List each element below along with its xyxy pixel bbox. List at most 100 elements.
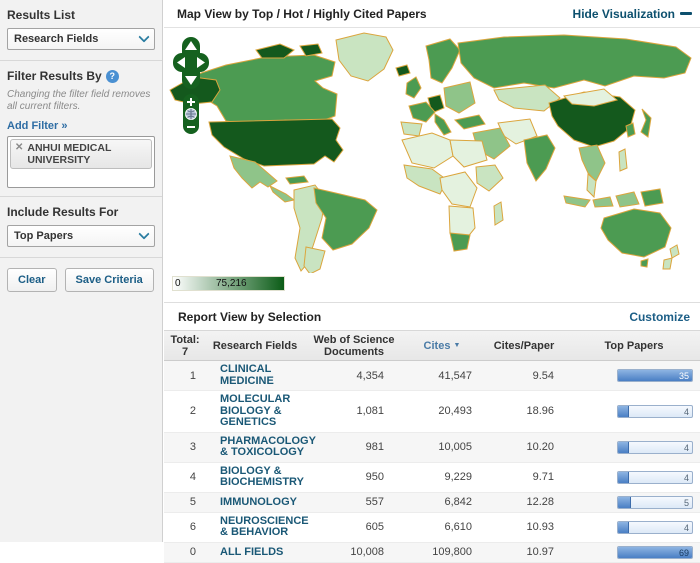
- country-east-europe: [444, 82, 475, 113]
- add-filter-link[interactable]: Add Filter »: [7, 120, 68, 132]
- filter-note: Changing the filter field removes all cu…: [7, 89, 155, 113]
- table-header: Total: 7 Research Fields Web of Science …: [164, 330, 700, 361]
- country-korea: [626, 123, 635, 137]
- docs-cell: 605: [332, 521, 392, 533]
- rank-cell: 2: [164, 405, 206, 417]
- help-icon[interactable]: ?: [106, 70, 119, 83]
- cites-cell: 9,229: [392, 471, 480, 483]
- top-papers-cell: 4: [562, 441, 700, 454]
- top-papers-cell: 4: [562, 521, 700, 534]
- country-new-zealand: [663, 245, 679, 269]
- field-cell: PHARMACOLOGY & TOXICOLOGY: [206, 436, 332, 459]
- country-madagascar: [494, 202, 503, 225]
- cites-label: Cites: [424, 340, 451, 352]
- legend-min-label: 0: [175, 278, 181, 289]
- top-papers-cell: 5: [562, 496, 700, 509]
- top-papers-bar-fill: [618, 522, 629, 533]
- top-papers-bar-fill: [618, 497, 631, 508]
- top-papers-bar[interactable]: 4: [617, 521, 693, 534]
- rank-cell: 4: [164, 471, 206, 483]
- rank-cell: 1: [164, 370, 206, 382]
- collapse-minus-icon: [680, 12, 692, 15]
- research-field-link[interactable]: NEUROSCIENCE & BEHAVIOR: [220, 516, 318, 539]
- col-wos-documents: Web of Science Documents: [304, 334, 404, 358]
- research-field-link[interactable]: BIOLOGY & BIOCHEMISTRY: [220, 466, 318, 489]
- cites-cell: 6,842: [392, 496, 480, 508]
- remove-filter-icon[interactable]: ✕: [15, 142, 23, 154]
- total-count: 7: [164, 346, 206, 358]
- country-scandinavia: [426, 39, 460, 83]
- hide-visualization-link[interactable]: Hide Visualization: [573, 7, 692, 21]
- filter-by-label: Filter Results By: [7, 69, 102, 83]
- results-list-select[interactable]: Research Fields: [7, 28, 155, 50]
- top-papers-cell: 4: [562, 405, 700, 418]
- sort-desc-icon: ▼: [454, 342, 461, 349]
- include-results-heading: Include Results For: [7, 205, 155, 219]
- field-cell: CLINICAL MEDICINE: [206, 364, 332, 387]
- top-papers-bar[interactable]: 4: [617, 471, 693, 484]
- field-cell: NEUROSCIENCE & BEHAVIOR: [206, 516, 332, 539]
- top-papers-value: 4: [684, 472, 689, 484]
- cites-per-paper-cell: 10.20: [480, 441, 562, 453]
- cites-cell: 109,800: [392, 546, 480, 558]
- pan-control: [173, 37, 209, 89]
- field-cell: MOLECULAR BIOLOGY & GENETICS: [206, 394, 332, 429]
- save-criteria-button[interactable]: Save Criteria: [65, 268, 154, 292]
- top-papers-value: 5: [684, 497, 689, 509]
- country-india: [524, 135, 555, 181]
- research-field-link[interactable]: CLINICAL MEDICINE: [220, 364, 318, 387]
- col-research-fields: Research Fields: [206, 340, 304, 352]
- world-map[interactable]: [164, 28, 700, 273]
- country-philippines: [619, 149, 627, 171]
- map-header: Map View by Top / Hot / Highly Cited Pap…: [164, 0, 700, 28]
- research-field-link[interactable]: PHARMACOLOGY & TOXICOLOGY: [220, 436, 318, 459]
- country-brazil: [314, 188, 377, 250]
- report-header: Report View by Selection Customize: [164, 303, 700, 330]
- country-italy: [435, 114, 451, 135]
- top-papers-bar[interactable]: 4: [617, 441, 693, 454]
- table-body: 1 CLINICAL MEDICINE 4,354 41,547 9.54 35…: [164, 361, 700, 563]
- field-cell: IMMUNOLOGY: [206, 496, 332, 509]
- sidebar-divider: [0, 257, 162, 258]
- top-papers-cell: 4: [562, 471, 700, 484]
- research-field-link[interactable]: IMMUNOLOGY: [220, 497, 297, 509]
- cites-per-paper-cell: 10.93: [480, 521, 562, 533]
- docs-cell: 1,081: [332, 405, 392, 417]
- include-results-select[interactable]: Top Papers: [7, 225, 155, 247]
- zoom-control: [183, 94, 199, 134]
- top-papers-cell: 35: [562, 369, 700, 382]
- top-papers-bar[interactable]: 4: [617, 405, 693, 418]
- country-horn-africa: [476, 165, 503, 191]
- top-papers-bar[interactable]: 69: [617, 546, 693, 559]
- top-papers-value: 4: [684, 522, 689, 534]
- top-papers-bar[interactable]: 35: [617, 369, 693, 382]
- customize-link[interactable]: Customize: [629, 310, 690, 324]
- map-title: Map View by Top / Hot / Highly Cited Pap…: [177, 7, 427, 21]
- country-south-africa: [450, 233, 470, 251]
- top-papers-bar-fill: [618, 472, 629, 483]
- top-papers-bar[interactable]: 5: [617, 496, 693, 509]
- include-results-selected-value: Top Papers: [14, 230, 73, 242]
- research-field-link[interactable]: MOLECULAR BIOLOGY & GENETICS: [220, 394, 318, 429]
- col-cites-per-paper: Cites/Paper: [480, 340, 568, 352]
- country-indonesia: [564, 192, 639, 207]
- filter-by-heading: Filter Results By?: [7, 69, 155, 83]
- report-title: Report View by Selection: [178, 310, 321, 324]
- country-central-america: [270, 186, 294, 202]
- clear-button[interactable]: Clear: [7, 268, 57, 292]
- country-greenland: [336, 33, 393, 81]
- map-navigation-controls[interactable]: [172, 36, 212, 136]
- country-russia: [458, 35, 691, 88]
- cites-cell: 6,610: [392, 521, 480, 533]
- docs-cell: 950: [332, 471, 392, 483]
- col-top-papers: Top Papers: [568, 340, 700, 352]
- hide-visualization-label: Hide Visualization: [573, 7, 675, 21]
- table-row: 5 IMMUNOLOGY 557 6,842 12.28 5: [164, 493, 700, 513]
- sidebar-divider: [0, 60, 162, 61]
- results-list-heading: Results List: [7, 8, 155, 22]
- research-field-link[interactable]: ALL FIELDS: [220, 547, 283, 559]
- filter-box[interactable]: ✕ ANHUI MEDICAL UNIVERSITY: [7, 136, 155, 188]
- country-uk: [406, 77, 421, 98]
- col-cites-sort[interactable]: Cites ▼: [404, 340, 480, 352]
- table-row: 0 ALL FIELDS 10,008 109,800 10.97 69: [164, 543, 700, 563]
